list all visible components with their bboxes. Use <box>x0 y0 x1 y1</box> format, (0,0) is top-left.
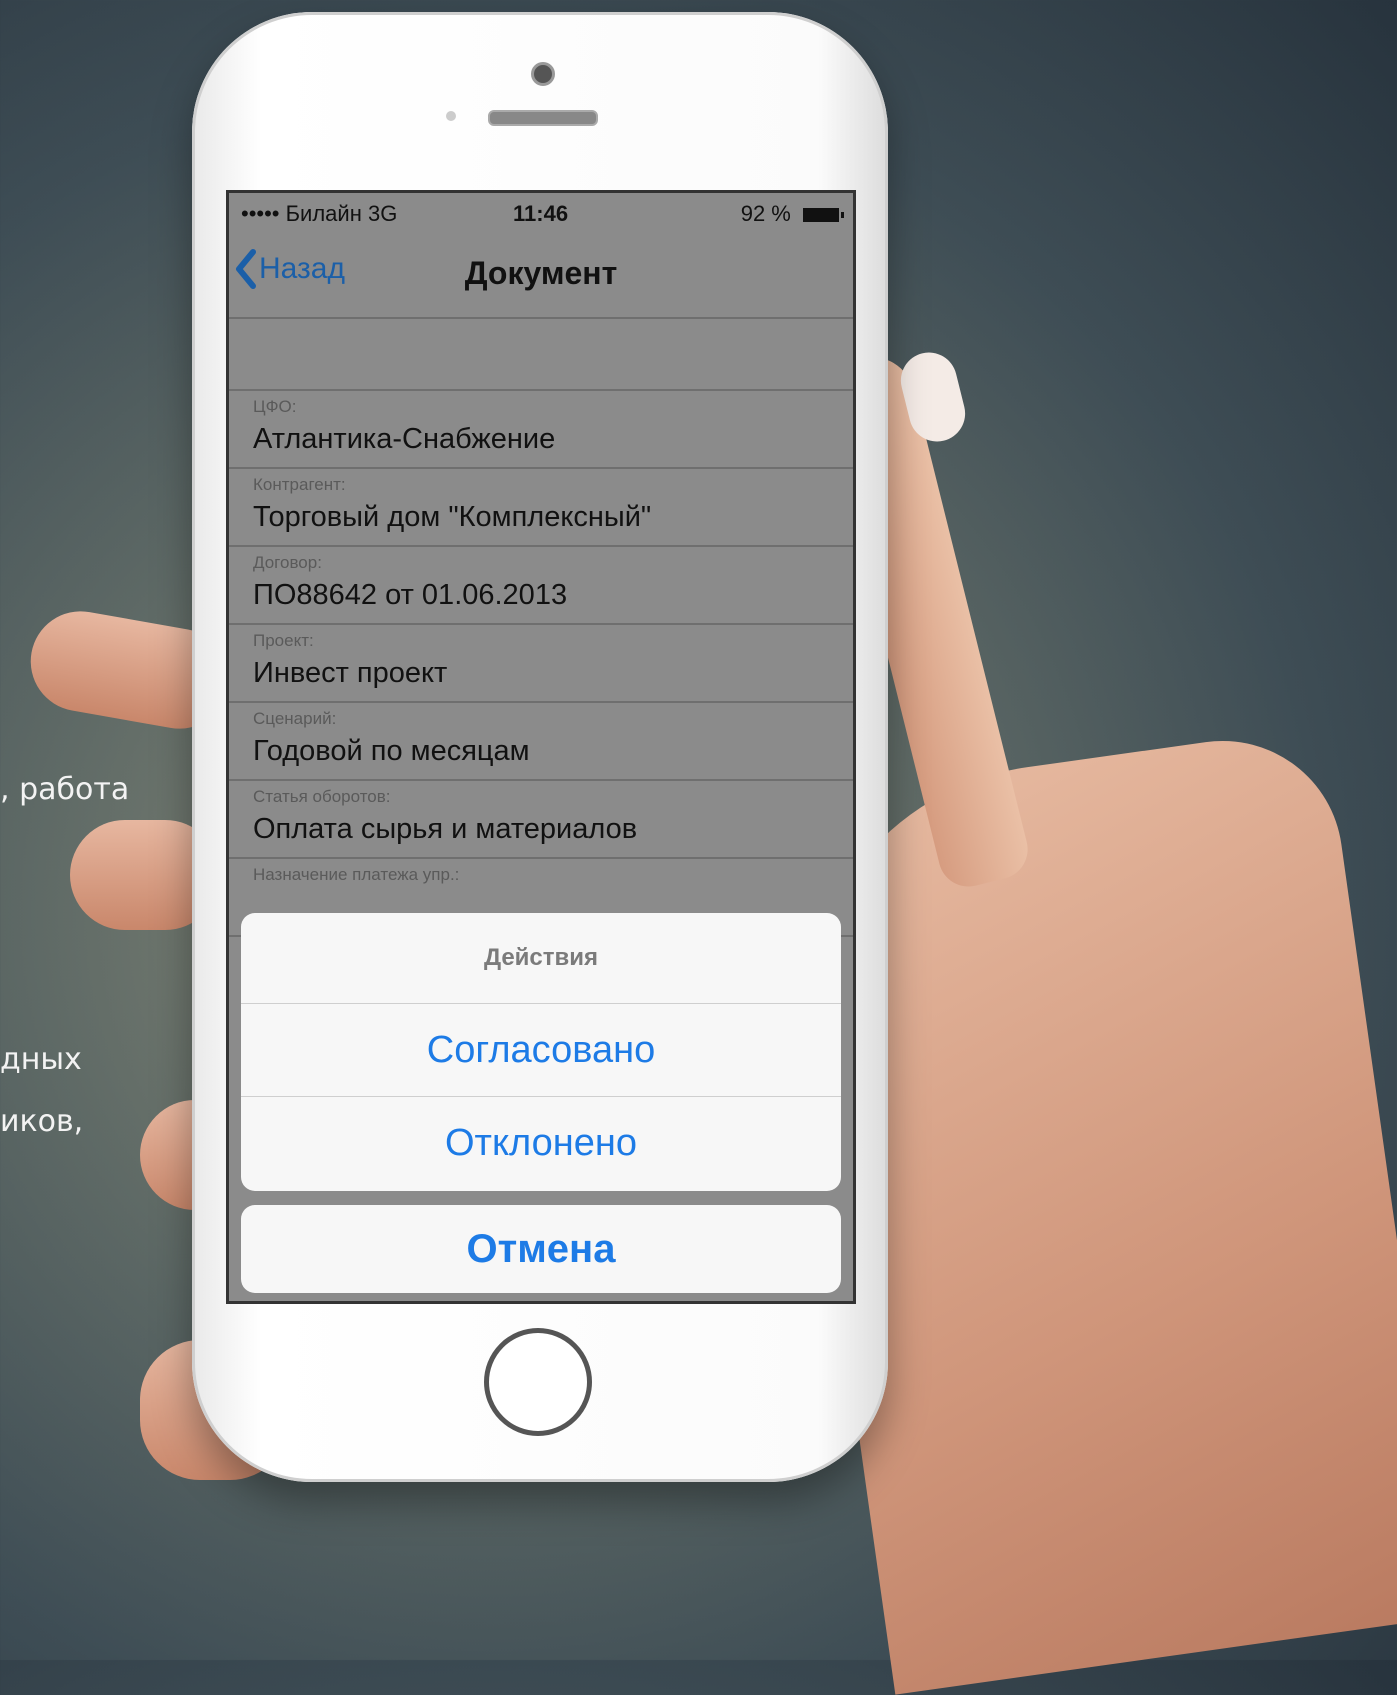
field-label: ЦФО: <box>253 397 297 416</box>
battery-icon <box>803 208 844 223</box>
field-value: Торговый дом "Комплексный" <box>253 501 652 533</box>
field-scenario: Сценарий: Годовой по месяцам <box>229 703 853 781</box>
field-label: Договор: <box>253 553 322 572</box>
field-value: Годовой по месяцам <box>253 735 530 767</box>
field-counterparty: Контрагент: Торговый дом "Комплексный" <box>229 469 853 547</box>
field-label: Статья оборотов: <box>253 787 391 806</box>
proximity-sensor <box>446 111 456 121</box>
clock-label: 11:46 <box>513 201 569 226</box>
field-label: Проект: <box>253 631 314 650</box>
page-title: Документ <box>464 255 618 291</box>
field-project: Проект: Инвест проект <box>229 625 853 703</box>
field-value: ПО88642 от 01.06.2013 <box>253 579 568 611</box>
action-sheet-title: Действия <box>241 913 841 1004</box>
field-value: Инвест проект <box>253 657 448 689</box>
earpiece-speaker <box>488 110 598 126</box>
battery-percent: 92 % <box>740 201 791 226</box>
navigation-bar: Назад Документ <box>229 235 853 319</box>
document-fields: ЦФО: Атлантика-Снабжение Контрагент: Тор… <box>229 391 853 937</box>
cancel-button[interactable]: Отмена <box>241 1205 841 1293</box>
background-text-2: дных <box>0 1042 82 1077</box>
field-cfo: ЦФО: Атлантика-Снабжение <box>229 391 853 469</box>
background-text-3: иков, <box>0 1104 84 1139</box>
field-label: Назначение платежа упр.: <box>253 865 460 884</box>
reject-button[interactable]: Отклонено <box>241 1097 841 1189</box>
home-button[interactable] <box>484 1328 592 1436</box>
background-text-1: , работа <box>0 772 130 807</box>
field-contract: Договор: ПО88642 от 01.06.2013 <box>229 547 853 625</box>
field-value: Атлантика-Снабжение <box>253 423 556 455</box>
action-sheet: Действия Согласовано Отклонено <box>241 913 841 1191</box>
approve-button[interactable]: Согласовано <box>241 1004 841 1097</box>
section-spacer <box>229 319 853 391</box>
status-bar: ••••• Билайн 3G 11:46 92 % <box>229 193 853 235</box>
field-label: Контрагент: <box>253 475 346 494</box>
field-label: Сценарий: <box>253 709 337 728</box>
field-turnover-item: Статья оборотов: Оплата сырья и материал… <box>229 781 853 859</box>
field-value: Оплата сырья и материалов <box>253 813 638 845</box>
phone-screen: ••••• Билайн 3G 11:46 92 % Назад Докумен… <box>226 190 856 1304</box>
battery-indicator: 92 % <box>740 201 844 227</box>
carrier-label: ••••• Билайн 3G <box>241 201 398 226</box>
front-camera <box>531 62 555 86</box>
